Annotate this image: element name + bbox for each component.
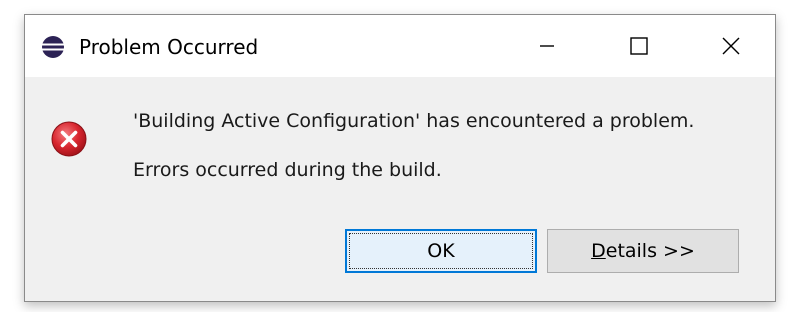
minimize-button[interactable] (501, 15, 593, 77)
maximize-icon (630, 37, 648, 55)
error-icon (51, 121, 87, 157)
close-icon (722, 37, 740, 55)
details-mnemonic: D (591, 240, 606, 262)
maximize-button[interactable] (593, 15, 685, 77)
details-button[interactable]: Details >> (547, 229, 739, 273)
minimize-icon (540, 45, 554, 47)
problem-dialog: Problem Occurred 'Building Active Config… (24, 14, 776, 302)
eclipse-icon (42, 36, 64, 58)
close-button[interactable] (685, 15, 777, 77)
ok-button-label: OK (427, 240, 455, 262)
details-label-rest: etails >> (605, 240, 695, 262)
title-bar[interactable]: Problem Occurred (25, 15, 775, 77)
details-button-label: Details >> (591, 240, 695, 262)
error-detail-message: Errors occurred during the build. (133, 159, 442, 181)
ok-button[interactable]: OK (345, 229, 537, 273)
window-title: Problem Occurred (79, 35, 259, 59)
error-message: 'Building Active Configuration' has enco… (133, 110, 695, 132)
